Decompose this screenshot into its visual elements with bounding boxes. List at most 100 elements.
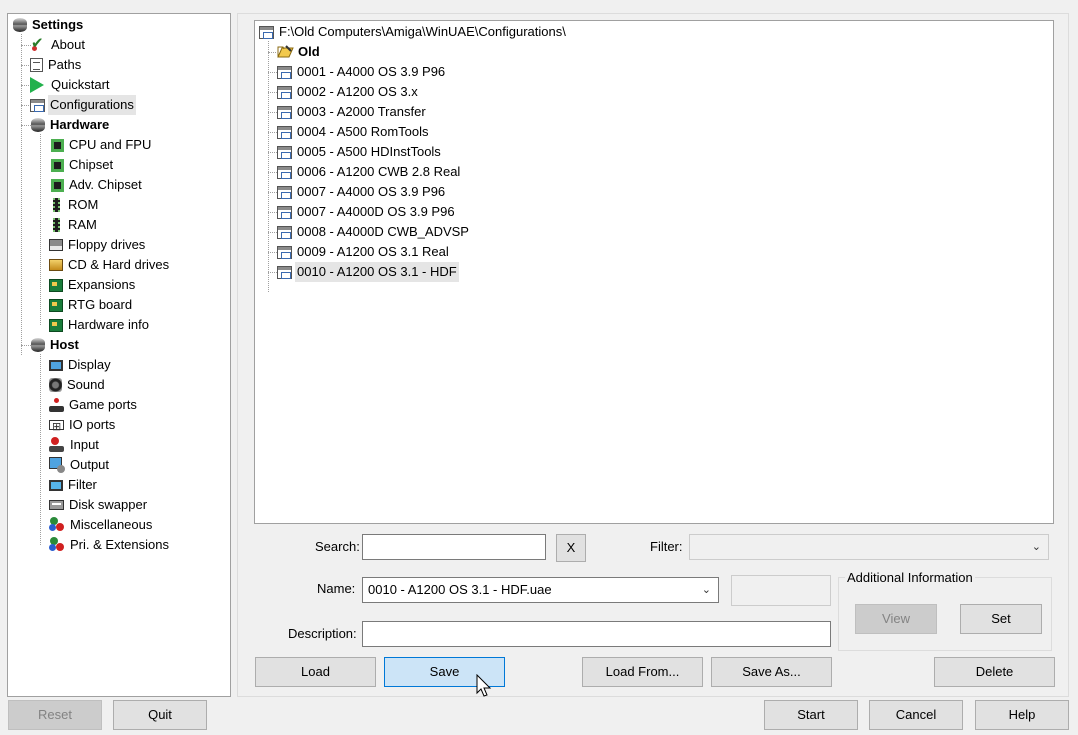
sidebar-item-floppy-drives[interactable]: Floppy drives: [49, 235, 147, 255]
config-list-item[interactable]: 0008 - A4000D CWB_ADVSP: [277, 222, 471, 242]
tree-label: IO ports: [69, 417, 116, 432]
tree-root-settings[interactable]: Settings: [12, 15, 85, 35]
config-file-icon: [277, 105, 292, 119]
paths-icon: [30, 58, 43, 72]
tree-label: RTG board: [68, 297, 133, 312]
tree-label: Hardware: [50, 117, 110, 132]
sidebar-item-expansions[interactable]: Expansions: [49, 275, 137, 295]
sidebar-item-disk-swapper[interactable]: Disk swapper: [49, 495, 149, 515]
config-list-item[interactable]: 0002 - A1200 OS 3.x: [277, 82, 420, 102]
config-root-path[interactable]: F:\Old Computers\Amiga\WinUAE\Configurat…: [259, 22, 568, 42]
sidebar-group-host[interactable]: Host: [30, 335, 81, 355]
sidebar-item-extensions[interactable]: Pri. & Extensions: [49, 535, 171, 555]
tree-connector: [268, 172, 277, 173]
search-label: Search:: [315, 539, 360, 554]
description-label: Description:: [288, 626, 357, 641]
description-input[interactable]: [362, 621, 831, 647]
tree-label: F:\Old Computers\Amiga\WinUAE\Configurat…: [279, 24, 566, 39]
quit-button[interactable]: Quit: [113, 700, 207, 730]
tree-label: About: [51, 37, 85, 52]
sidebar-item-display[interactable]: Display: [49, 355, 113, 375]
sidebar-group-hardware[interactable]: Hardware: [30, 115, 111, 135]
tree-connector: [268, 52, 276, 53]
tree-connector: [40, 134, 41, 325]
rom-icon: [53, 198, 60, 212]
cpu-icon: [51, 138, 64, 152]
save-as-button[interactable]: Save As...: [711, 657, 832, 687]
reset-button[interactable]: Reset: [8, 700, 102, 730]
tree-connector: [268, 72, 277, 73]
config-file-icon: [277, 125, 292, 139]
settings-tree[interactable]: Settings About Paths Quickstart Configur…: [7, 13, 231, 697]
configuration-tree[interactable]: F:\Old Computers\Amiga\WinUAE\Configurat…: [254, 20, 1054, 524]
config-list-item[interactable]: 0010 - A1200 OS 3.1 - HDF: [277, 262, 459, 282]
config-list-item[interactable]: 0007 - A4000D OS 3.9 P96: [277, 202, 457, 222]
tree-label: Floppy drives: [68, 237, 146, 252]
hard-drive-icon: [49, 259, 63, 271]
config-list-item[interactable]: 0005 - A500 HDInstTools: [277, 142, 443, 162]
help-button[interactable]: Help: [975, 700, 1069, 730]
config-item-label: 0002 - A1200 OS 3.x: [297, 84, 418, 99]
hardware-info-icon: [49, 318, 63, 332]
tree-label: Host: [50, 337, 79, 352]
sidebar-item-adv-chipset[interactable]: Adv. Chipset: [49, 175, 144, 195]
config-item-label: 0001 - A4000 OS 3.9 P96: [297, 64, 446, 79]
filter-icon: [49, 479, 63, 491]
cancel-button[interactable]: Cancel: [869, 700, 963, 730]
config-list-item[interactable]: 0007 - A4000 OS 3.9 P96: [277, 182, 447, 202]
sidebar-item-hardware-info[interactable]: Hardware info: [49, 315, 151, 335]
load-from-button[interactable]: Load From...: [582, 657, 703, 687]
sidebar-item-io-ports[interactable]: IO ports: [49, 415, 117, 437]
sidebar-item-rom[interactable]: ROM: [49, 195, 100, 215]
config-file-icon: [277, 145, 292, 159]
name-combobox[interactable]: 0010 - A1200 OS 3.1 - HDF.uae ⌄: [362, 577, 719, 603]
sidebar-item-rtg-board[interactable]: RTG board: [49, 295, 134, 315]
config-item-label: 0008 - A4000D CWB_ADVSP: [297, 224, 469, 239]
tree-label: Old: [298, 44, 320, 59]
monitor-icon: [49, 359, 63, 371]
configurations-icon: [30, 98, 45, 112]
tree-label: Settings: [32, 17, 84, 32]
tree-label: Display: [68, 357, 111, 372]
sidebar-item-miscellaneous[interactable]: Miscellaneous: [49, 515, 154, 535]
sidebar-item-filter[interactable]: Filter: [49, 475, 99, 495]
delete-button[interactable]: Delete: [934, 657, 1055, 687]
sidebar-item-paths[interactable]: Paths: [30, 55, 83, 75]
sidebar-item-ram[interactable]: RAM: [49, 215, 99, 235]
config-list-item[interactable]: 0003 - A2000 Transfer: [277, 102, 428, 122]
config-folder-old[interactable]: Old: [277, 42, 322, 62]
filter-label: Filter:: [650, 539, 683, 554]
filter-select[interactable]: ⌄: [689, 534, 1049, 560]
sidebar-item-cpu[interactable]: CPU and FPU: [49, 135, 153, 155]
tree-connector: [268, 132, 277, 133]
chevron-down-icon: ⌄: [701, 584, 711, 596]
sidebar-item-about[interactable]: About: [30, 34, 87, 55]
config-list-item[interactable]: 0001 - A4000 OS 3.9 P96: [277, 62, 447, 82]
sidebar-item-game-ports[interactable]: Game ports: [49, 395, 139, 415]
quickstart-icon: [30, 77, 44, 93]
sidebar-item-chipset[interactable]: Chipset: [49, 155, 115, 175]
settings-icon: [13, 18, 27, 32]
sidebar-item-configurations[interactable]: Configurations: [30, 95, 136, 115]
load-button[interactable]: Load: [255, 657, 376, 687]
view-button[interactable]: View: [855, 604, 937, 634]
folder-icon: [277, 44, 294, 60]
search-input[interactable]: [362, 534, 546, 560]
misc-icon: [49, 517, 65, 533]
sidebar-item-cd-hard-drives[interactable]: CD & Hard drives: [49, 255, 171, 275]
sidebar-item-quickstart[interactable]: Quickstart: [30, 75, 112, 95]
tree-connector: [268, 152, 277, 153]
sidebar-item-sound[interactable]: Sound: [49, 375, 107, 395]
clear-search-button[interactable]: X: [556, 534, 586, 562]
tree-label: Adv. Chipset: [69, 177, 142, 192]
config-list-item[interactable]: 0006 - A1200 CWB 2.8 Real: [277, 162, 462, 182]
tree-label: Quickstart: [51, 77, 110, 92]
sidebar-item-output[interactable]: Output: [49, 455, 111, 475]
config-list-item[interactable]: 0004 - A500 RomTools: [277, 122, 431, 142]
start-button[interactable]: Start: [764, 700, 858, 730]
tree-label: Sound: [67, 377, 105, 392]
config-list-item[interactable]: 0009 - A1200 OS 3.1 Real: [277, 242, 451, 262]
set-button[interactable]: Set: [960, 604, 1042, 634]
sidebar-item-input[interactable]: Input: [49, 435, 101, 455]
name-label: Name:: [317, 581, 356, 596]
